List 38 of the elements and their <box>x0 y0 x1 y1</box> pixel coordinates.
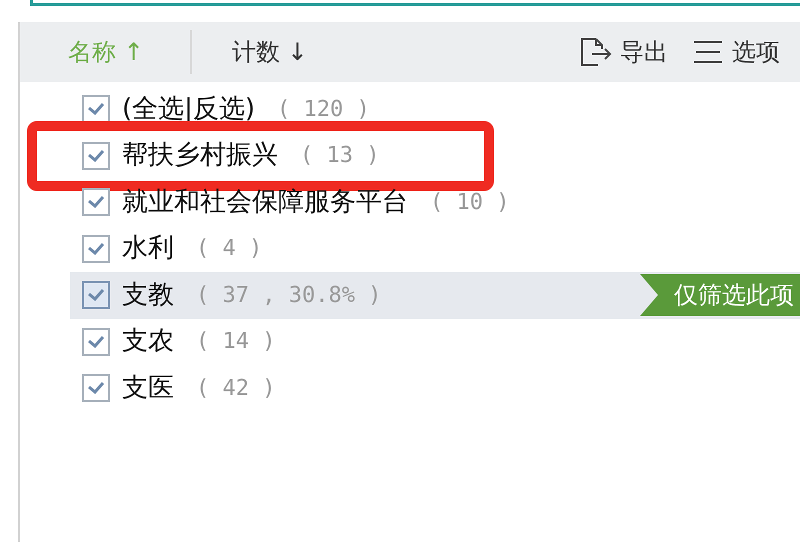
checkbox[interactable] <box>82 188 110 216</box>
checkbox[interactable] <box>82 95 110 124</box>
check-icon <box>87 288 105 302</box>
check-icon <box>87 334 105 349</box>
list-row[interactable]: 支医 ( 42 ) <box>70 365 800 412</box>
item-label: 就业和社会保障服务平台 <box>122 186 408 219</box>
list-row[interactable]: 帮扶乡村振兴 ( 13 ) <box>70 132 800 179</box>
check-icon <box>87 195 105 210</box>
list-row[interactable]: 水利 ( 4 ) <box>70 226 800 272</box>
sort-header[interactable]: 计数 ↓ <box>228 34 312 70</box>
item-count: ( 10 ) <box>430 188 510 217</box>
item-label: 支农 <box>122 325 174 358</box>
check-icon <box>87 381 105 396</box>
checkbox[interactable] <box>82 142 110 170</box>
checkbox[interactable] <box>82 234 110 263</box>
item-count: ( 4 ) <box>196 235 262 264</box>
list-row[interactable]: 支教 ( 37 , 30.8% ) 仅筛选此项 <box>70 272 800 318</box>
menu-icon <box>692 39 724 65</box>
item-count: ( 37 , 30.8% ) <box>196 282 382 310</box>
item-count: ( 14 ) <box>196 328 276 356</box>
checkbox[interactable] <box>82 374 110 402</box>
item-count: ( 120 ) <box>277 96 370 124</box>
export-icon <box>578 36 612 68</box>
list-row[interactable]: 支农 ( 14 ) <box>70 318 800 365</box>
check-icon <box>87 242 105 256</box>
checkbox[interactable] <box>82 328 110 356</box>
item-label: 水利 <box>122 232 174 266</box>
list-row[interactable]: 就业和社会保障服务平台 ( 10 ) <box>70 179 800 226</box>
item-label: 帮扶乡村振兴 <box>122 139 278 172</box>
item-label: 支医 <box>122 372 174 405</box>
check-icon <box>87 148 105 163</box>
item-count: ( 42 ) <box>196 374 276 403</box>
check-icon <box>87 102 105 116</box>
options-button[interactable]: 选项 <box>688 34 784 70</box>
item-count: ( 13 ) <box>300 142 380 170</box>
item-label: 支教 <box>122 278 174 312</box>
checkbox[interactable] <box>82 281 110 310</box>
export-button[interactable]: 导出 <box>574 34 672 70</box>
